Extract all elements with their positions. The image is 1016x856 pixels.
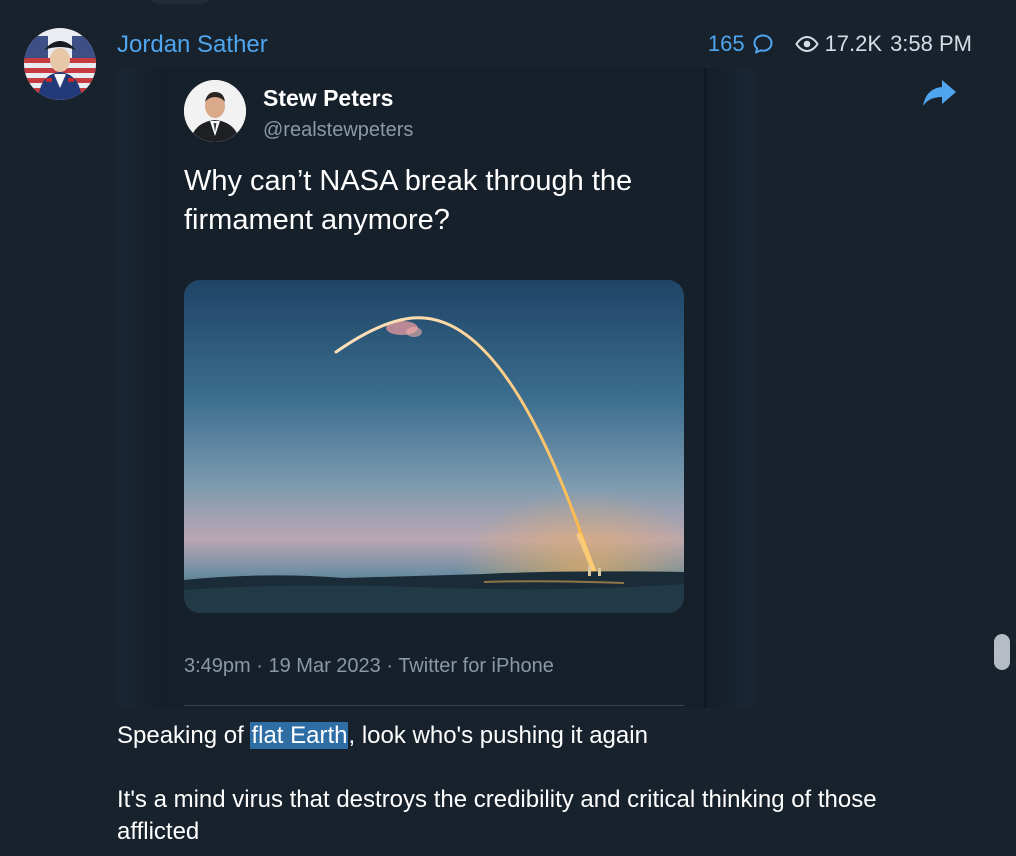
tweet-screenshot-media[interactable]: Stew Peters @realstewpeters Why can’t NA… [116, 68, 756, 708]
caption-line-1: Speaking of flat Earth, look who's pushi… [117, 720, 917, 752]
forward-button[interactable] [919, 77, 961, 113]
reply-count: 165 [707, 31, 745, 56]
scrollbar-thumb[interactable] [994, 634, 1010, 670]
message-meta: 165 17.2K 3:58 PM [708, 31, 972, 57]
views-count: 17.2K [824, 31, 883, 56]
rocket-launch-photo [184, 280, 684, 613]
message-caption: Speaking of flat Earth, look who's pushi… [117, 720, 917, 848]
caption-text-after: , look who's pushing it again [348, 722, 648, 749]
caption-line-2: It's a mind virus that destroys the cred… [117, 786, 877, 845]
share-arrow-icon [922, 78, 958, 113]
tweet-divider [184, 705, 684, 706]
tweet-card: Stew Peters @realstewpeters Why can’t NA… [168, 68, 706, 708]
eye-icon [794, 32, 819, 56]
previous-message-edge [150, 0, 210, 4]
reply-count-button[interactable]: 165 [708, 31, 775, 57]
sender-name[interactable]: Jordan Sather [117, 31, 268, 59]
sender-avatar[interactable] [24, 28, 96, 100]
tweet-author-name: Stew Peters [263, 85, 394, 111]
message-time: 3:58 PM [890, 31, 972, 56]
tweet-author-avatar [184, 80, 246, 142]
tweet-author-handle: @realstewpeters [263, 119, 414, 141]
speech-bubble-icon [751, 32, 775, 56]
caption-text-before: Speaking of [117, 722, 251, 749]
views-counter: 17.2K [794, 31, 883, 57]
tweet-text: Why can’t NASA break through the firmame… [184, 165, 633, 236]
tweet-timestamp-source: 3:49pm · 19 Mar 2023 · Twitter for iPhon… [184, 655, 554, 677]
caption-gap [117, 752, 917, 784]
chat-view: Jordan Sather 165 17.2K 3:58 PM Stew Pet… [0, 0, 1016, 856]
selected-text-highlight[interactable]: flat Earth [250, 722, 349, 749]
